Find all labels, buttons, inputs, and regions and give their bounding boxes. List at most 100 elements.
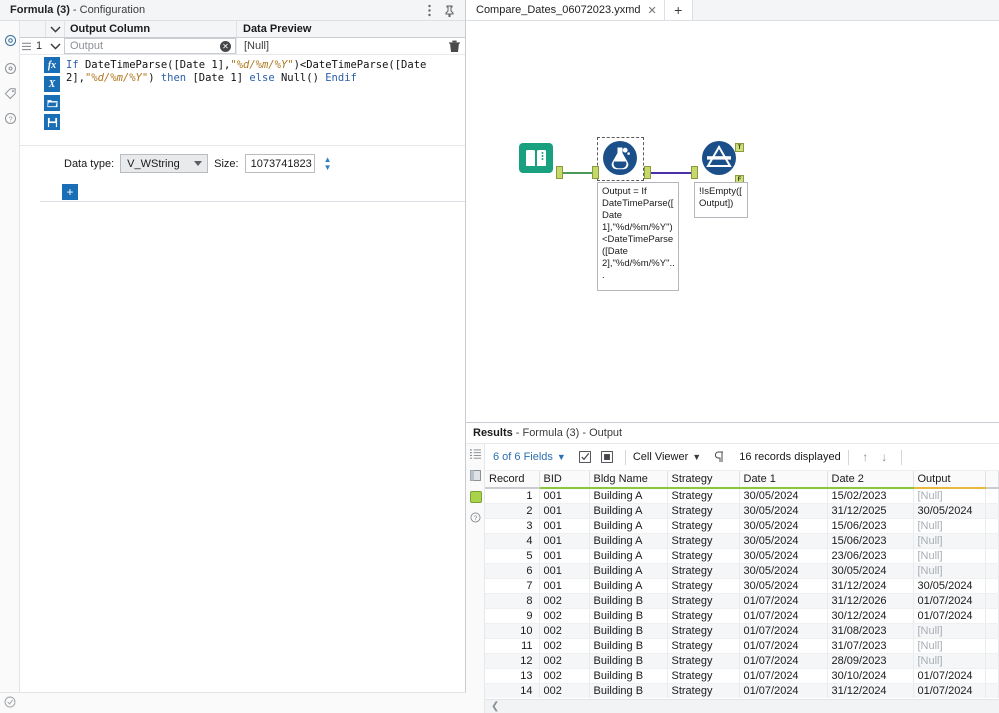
filter-true-output-badge[interactable]: T — [735, 143, 744, 152]
cell-date-2[interactable]: 15/02/2023 — [827, 488, 914, 504]
cell-bid[interactable]: 002 — [539, 683, 590, 699]
cell-bldg-name[interactable]: Building A — [589, 488, 668, 504]
layout-icon[interactable] — [466, 465, 485, 486]
cell-bldg-name[interactable]: Building A — [589, 503, 668, 519]
column-header-date-2[interactable]: Date 2 — [827, 471, 914, 489]
cell-strategy[interactable]: Strategy — [667, 503, 740, 519]
cell-bldg-name[interactable]: Building A — [589, 518, 668, 534]
cell-output[interactable]: [Null] — [913, 518, 986, 534]
cell-record[interactable]: 1 — [485, 488, 540, 504]
cell-record[interactable]: 8 — [485, 593, 540, 609]
tab-workflow[interactable]: Compare_Dates_06072023.yxmd ✕ — [466, 0, 665, 20]
cell-bldg-name[interactable]: Building B — [589, 593, 668, 609]
cell-date-2[interactable]: 30/12/2024 — [827, 608, 914, 624]
cell-date-1[interactable]: 01/07/2024 — [739, 608, 828, 624]
column-header-bid[interactable]: BID — [539, 471, 590, 489]
cell-bid[interactable]: 002 — [539, 638, 590, 654]
stepper-down-icon[interactable]: ▼ — [324, 163, 332, 172]
plus-icon[interactable]: + — [664, 0, 693, 20]
cell-output[interactable]: 01/07/2024 — [913, 593, 986, 609]
functions-icon[interactable]: fx — [44, 57, 60, 73]
chevron-down-icon[interactable]: ▼ — [557, 452, 566, 462]
cell-strategy[interactable]: Strategy — [667, 668, 740, 684]
data-type-select[interactable]: V_WString — [120, 154, 209, 173]
column-header-bldg-name[interactable]: Bldg Name — [589, 471, 668, 489]
cell-date-1[interactable]: 30/05/2024 — [739, 503, 828, 519]
cell-date-2[interactable]: 31/07/2023 — [827, 638, 914, 654]
cell-output[interactable]: [Null] — [913, 488, 986, 504]
cell-output[interactable]: 30/05/2024 — [913, 578, 986, 594]
table-row[interactable]: 8 002 Building B Strategy 01/07/2024 31/12/20… — [485, 593, 999, 609]
cell-bldg-name[interactable]: Building A — [589, 563, 668, 579]
cell-record[interactable]: 4 — [485, 533, 540, 549]
cell-record[interactable]: 11 — [485, 638, 540, 654]
row-expand-chevron-icon[interactable] — [46, 38, 64, 54]
cell-bid[interactable]: 001 — [539, 548, 590, 564]
expand-all-chevron-icon[interactable] — [46, 21, 64, 37]
table-row[interactable]: 10 002 Building B Strategy 01/07/2024 31/08/2… — [485, 623, 999, 639]
arrow-down-icon[interactable]: ↓ — [875, 448, 894, 466]
kebab-menu-icon[interactable] — [421, 2, 438, 19]
cell-bldg-name[interactable]: Building B — [589, 668, 668, 684]
add-button[interactable]: + — [62, 184, 78, 200]
cell-date-2[interactable]: 28/09/2023 — [827, 653, 914, 669]
list-view-icon[interactable] — [466, 444, 485, 465]
cell-bid[interactable]: 001 — [539, 503, 590, 519]
filter-node-input-anchor[interactable] — [691, 166, 698, 179]
cell-strategy[interactable]: Strategy — [667, 683, 740, 699]
filter-node-annotation[interactable]: !IsEmpty([Output]) — [694, 182, 748, 218]
gear-icon[interactable] — [0, 29, 20, 51]
cell-date-1[interactable]: 30/05/2024 — [739, 578, 828, 594]
cell-record[interactable]: 5 — [485, 548, 540, 564]
cell-output[interactable]: 01/07/2024 — [913, 683, 986, 699]
cell-date-2[interactable]: 31/12/2026 — [827, 593, 914, 609]
cell-strategy[interactable]: Strategy — [667, 608, 740, 624]
workflow-canvas[interactable]: T F Output = If DateTimeParse([Date 1],"… — [466, 21, 999, 422]
table-row[interactable]: 14 002 Building B Strategy 01/07/2024 31/12/2… — [485, 683, 999, 699]
cell-strategy[interactable]: Strategy — [667, 548, 740, 564]
formula-node-annotation[interactable]: Output = If DateTimeParse([Date 1],"%d/%… — [597, 182, 679, 291]
cell-date-2[interactable]: 31/08/2023 — [827, 623, 914, 639]
variables-icon[interactable]: X — [44, 76, 60, 92]
table-row[interactable]: 1 001 Building A Strategy 30/05/2024 15/02/20… — [485, 488, 999, 504]
open-folder-icon[interactable] — [44, 95, 60, 111]
table-row[interactable]: 6 001 Building A Strategy 30/05/2024 30/05/20… — [485, 563, 999, 579]
cell-date-2[interactable]: 15/06/2023 — [827, 518, 914, 534]
cell-strategy[interactable]: Strategy — [667, 488, 740, 504]
cell-output[interactable]: [Null] — [913, 653, 986, 669]
cell-strategy[interactable]: Strategy — [667, 623, 740, 639]
filter-node[interactable] — [701, 140, 737, 176]
cell-date-2[interactable]: 23/06/2023 — [827, 548, 914, 564]
cell-date-2[interactable]: 30/10/2024 — [827, 668, 914, 684]
cell-date-1[interactable]: 30/05/2024 — [739, 533, 828, 549]
cell-bldg-name[interactable]: Building B — [589, 653, 668, 669]
cell-date-1[interactable]: 01/07/2024 — [739, 653, 828, 669]
cell-output[interactable]: [Null] — [913, 533, 986, 549]
column-header-date-1[interactable]: Date 1 — [739, 471, 828, 489]
arrow-up-icon[interactable]: ↑ — [856, 448, 875, 466]
size-input[interactable]: 1073741823 — [244, 154, 315, 173]
table-row[interactable]: 4 001 Building A Strategy 30/05/2024 15/06/20… — [485, 533, 999, 549]
cell-bid[interactable]: 001 — [539, 578, 590, 594]
cell-output[interactable]: 30/05/2024 — [913, 503, 986, 519]
cell-strategy[interactable]: Strategy — [667, 593, 740, 609]
close-icon[interactable]: ✕ — [648, 4, 657, 17]
cell-bldg-name[interactable]: Building B — [589, 623, 668, 639]
cell-bid[interactable]: 002 — [539, 653, 590, 669]
pin-icon[interactable] — [441, 2, 458, 19]
table-row[interactable]: 5 001 Building A Strategy 30/05/2024 23/06/20… — [485, 548, 999, 564]
cell-bldg-name[interactable]: Building B — [589, 683, 668, 699]
results-table-container[interactable]: Record BID Bldg Name Strategy Date 1 Date 2 Ou… — [485, 471, 999, 713]
trash-icon[interactable] — [443, 38, 465, 54]
cell-bldg-name[interactable]: Building A — [589, 548, 668, 564]
cell-record[interactable]: 14 — [485, 683, 540, 699]
cell-date-1[interactable]: 01/07/2024 — [739, 638, 828, 654]
formula-node-input-anchor[interactable] — [592, 166, 599, 179]
table-row[interactable]: 11 002 Building B Strategy 01/07/2024 31/07/2… — [485, 638, 999, 654]
cell-output[interactable]: [Null] — [913, 548, 986, 564]
cell-record[interactable]: 7 — [485, 578, 540, 594]
output-column-input[interactable]: Output ✕ — [64, 38, 236, 54]
formula-node[interactable] — [602, 140, 638, 176]
cell-bid[interactable]: 002 — [539, 593, 590, 609]
cell-bid[interactable]: 002 — [539, 668, 590, 684]
